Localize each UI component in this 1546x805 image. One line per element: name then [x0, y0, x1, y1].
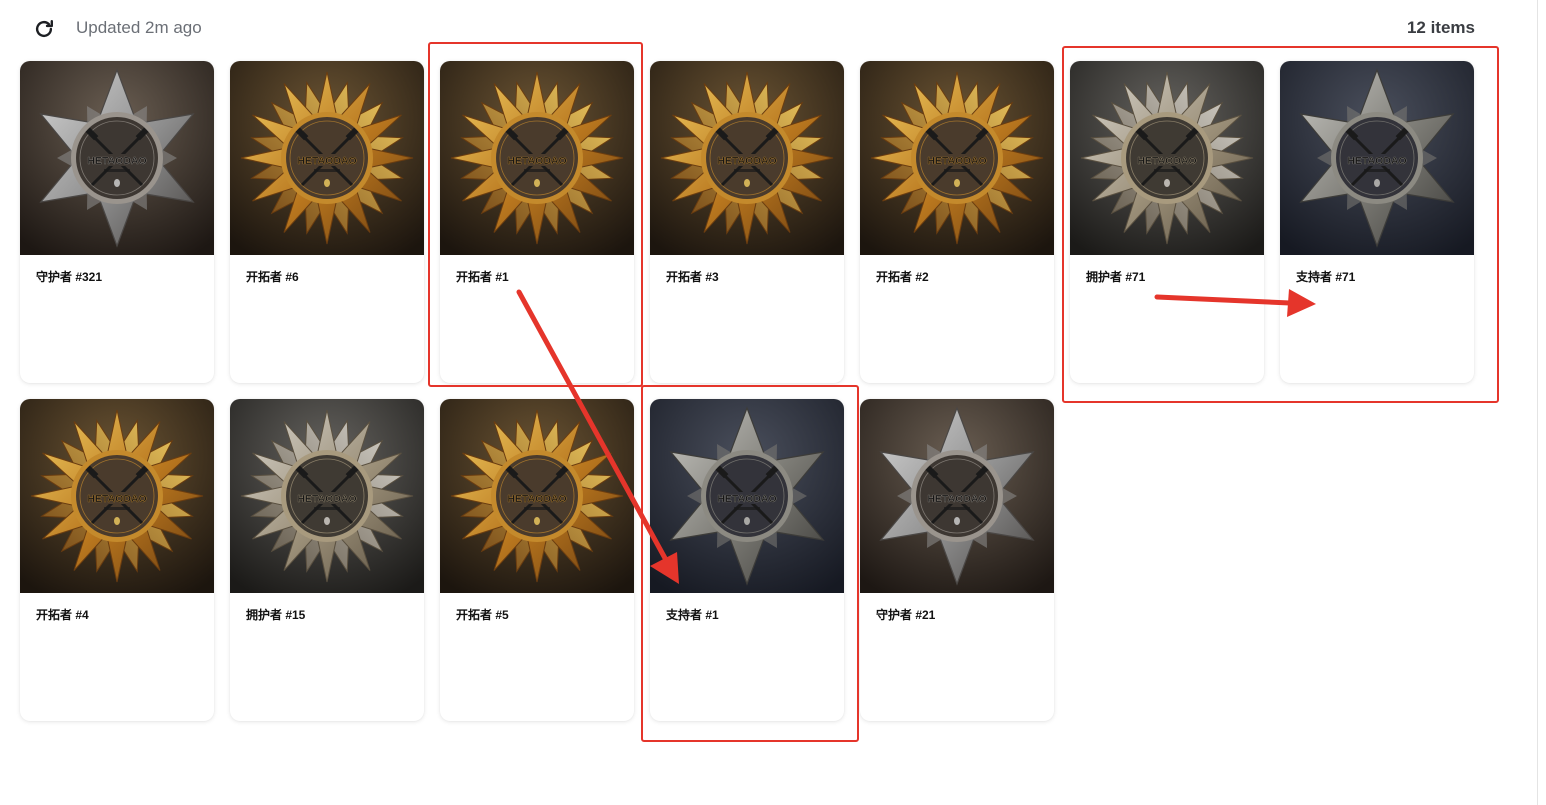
nft-card[interactable]: HETAODAO 拥护者 #15	[230, 399, 424, 721]
nft-card[interactable]: HETAODAO 守护者 #21	[860, 399, 1054, 721]
badge-image: HETAODAO	[20, 61, 214, 255]
refresh-icon	[35, 20, 53, 38]
nft-card[interactable]: HETAODAO 开拓者 #1	[440, 61, 634, 383]
card-title: 守护者 #321	[36, 270, 103, 284]
svg-text:HETAODAO: HETAODAO	[507, 493, 566, 505]
badge-image: HETAODAO	[860, 399, 1054, 593]
svg-text:HETAODAO: HETAODAO	[717, 155, 776, 167]
card-title: 开拓者 #4	[36, 608, 89, 622]
svg-text:HETAODAO: HETAODAO	[87, 155, 146, 167]
svg-text:HETAODAO: HETAODAO	[927, 493, 986, 505]
badge-image: HETAODAO	[20, 399, 214, 593]
svg-text:HETAODAO: HETAODAO	[1347, 155, 1406, 167]
badge-image: HETAODAO	[230, 399, 424, 593]
badge-image: HETAODAO	[650, 61, 844, 255]
toolbar: Updated 2m ago 12 items	[0, 0, 1500, 56]
badge-image: HETAODAO	[650, 399, 844, 593]
card-title: 开拓者 #2	[876, 270, 929, 284]
nft-card[interactable]: HETAODAO 开拓者 #4	[20, 399, 214, 721]
card-title: 守护者 #21	[876, 608, 936, 622]
card-title: 支持者 #1	[666, 608, 719, 622]
svg-text:HETAODAO: HETAODAO	[87, 493, 146, 505]
card-title: 拥护者 #71	[1086, 270, 1146, 284]
nft-card[interactable]: HETAODAO 支持者 #1	[650, 399, 844, 721]
badge-image: HETAODAO	[440, 399, 634, 593]
badge-image: HETAODAO	[1070, 61, 1264, 255]
nft-card[interactable]: HETAODAO 开拓者 #2	[860, 61, 1054, 383]
card-title: 开拓者 #3	[666, 270, 719, 284]
nft-card[interactable]: HETAODAO 拥护者 #71	[1070, 61, 1264, 383]
card-title: 开拓者 #6	[246, 270, 299, 284]
updated-timestamp: Updated 2m ago	[76, 18, 202, 37]
items-count: 12 items	[1406, 18, 1475, 37]
svg-text:HETAODAO: HETAODAO	[927, 155, 986, 167]
svg-text:HETAODAO: HETAODAO	[507, 155, 566, 167]
badge-image: HETAODAO	[1280, 61, 1474, 255]
card-title: 开拓者 #5	[456, 608, 509, 622]
nft-card[interactable]: HETAODAO 开拓者 #6	[230, 61, 424, 383]
badge-image: HETAODAO	[860, 61, 1054, 255]
svg-text:HETAODAO: HETAODAO	[1137, 155, 1196, 167]
card-title: 支持者 #71	[1296, 270, 1356, 284]
refresh-button[interactable]	[32, 17, 56, 41]
svg-text:HETAODAO: HETAODAO	[717, 493, 776, 505]
nft-card[interactable]: HETAODAO 开拓者 #5	[440, 399, 634, 721]
nft-card[interactable]: HETAODAO 开拓者 #3	[650, 61, 844, 383]
nft-card[interactable]: HETAODAO 守护者 #321	[20, 61, 214, 383]
card-title: 拥护者 #15	[246, 608, 306, 622]
svg-text:HETAODAO: HETAODAO	[297, 155, 356, 167]
badge-image: HETAODAO	[440, 61, 634, 255]
svg-text:HETAODAO: HETAODAO	[297, 493, 356, 505]
scroll-edge	[1537, 0, 1538, 805]
badge-image: HETAODAO	[230, 61, 424, 255]
nft-card[interactable]: HETAODAO 支持者 #71	[1280, 61, 1474, 383]
card-title: 开拓者 #1	[456, 270, 509, 284]
